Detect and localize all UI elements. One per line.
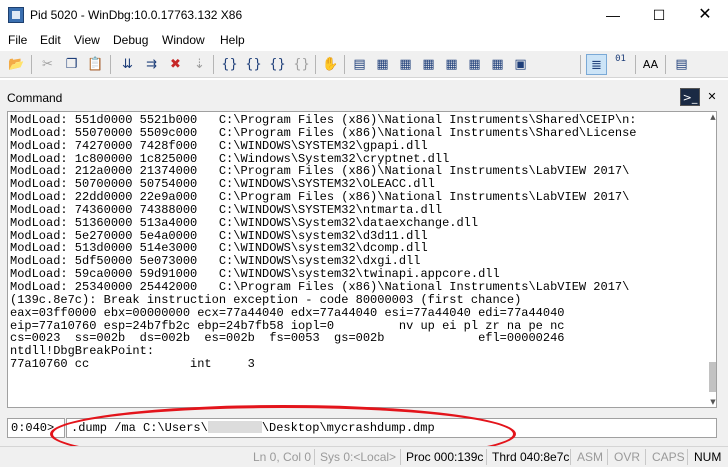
output-line: (139c.8e7c): Break instruction exception… xyxy=(10,292,522,307)
hand-icon[interactable]: ✋ xyxy=(320,54,341,75)
menu-bar: File Edit View Debug Window Help xyxy=(0,30,728,50)
toolbar: 📂 ✂ ❐ 📋 ⇊ ⇉ ✖ ⇣ {} {} {} {} ✋ ▤ ▦ ▦ ▦ ▦ … xyxy=(0,51,728,78)
registers-window-icon[interactable]: ▦ xyxy=(418,54,439,75)
run-to-cursor-icon[interactable]: {} xyxy=(291,54,312,75)
locals-window-icon[interactable]: ▦ xyxy=(395,54,416,75)
output-line: ModLoad: 25340000 25442000 C:\Program Fi… xyxy=(10,279,630,294)
menu-debug[interactable]: Debug xyxy=(113,33,148,47)
output-line: ModLoad: 551d0000 5521b000 C:\Program Fi… xyxy=(10,113,637,127)
status-divider xyxy=(570,449,571,465)
status-divider xyxy=(687,449,688,465)
command-window-icon[interactable]: ▤ xyxy=(349,54,370,75)
scroll-down-icon[interactable]: ▼ xyxy=(709,397,716,407)
toolbar-separator xyxy=(213,55,214,74)
cut-icon[interactable]: ✂ xyxy=(37,54,58,75)
output-line: ModLoad: 55070000 5509c000 C:\Program Fi… xyxy=(10,125,637,140)
status-divider xyxy=(314,449,315,465)
console-icon[interactable]: >_ xyxy=(680,88,700,106)
toolbar-separator xyxy=(315,55,316,74)
options-icon[interactable]: ▤ xyxy=(671,54,692,75)
status-bar: Ln 0, Col 0 Sys 0:<Local> Proc 000:139c … xyxy=(0,446,728,467)
output-text: ModLoad: 551d0000 5521b000 C:\Program Fi… xyxy=(10,114,637,371)
status-asm: ASM xyxy=(577,450,604,464)
pane-close-button[interactable]: ✕ xyxy=(702,88,722,106)
source-mode-icon[interactable]: ≣ xyxy=(586,54,607,75)
minimize-button[interactable]: — xyxy=(590,0,636,30)
status-divider xyxy=(645,449,646,465)
output-line: eax=03ff0000 ebx=00000000 ecx=77a44040 e… xyxy=(10,305,565,320)
output-line: ModLoad: 74360000 74388000 C:\WINDOWS\SY… xyxy=(10,202,443,217)
go-icon[interactable]: ⇊ xyxy=(117,54,138,75)
menu-view[interactable]: View xyxy=(74,33,100,47)
restart-icon[interactable]: ⇉ xyxy=(141,54,162,75)
output-line: ModLoad: 74270000 7428f000 C:\WINDOWS\SY… xyxy=(10,138,428,153)
pane-title: Command xyxy=(7,91,63,105)
status-thrd: Thrd 040:8e7c xyxy=(492,450,570,464)
windbg-app-icon xyxy=(8,7,24,23)
command-input-prefix: .dump /ma C:\Users\ xyxy=(71,421,208,435)
menu-window[interactable]: Window xyxy=(162,33,205,47)
vertical-scrollbar[interactable]: ▲ ▼ xyxy=(709,112,716,407)
step-into-icon[interactable]: {} xyxy=(219,54,240,75)
toolbar-separator xyxy=(344,55,345,74)
command-input-suffix: \Desktop\mycrashdump.dmp xyxy=(261,421,435,435)
output-line: ModLoad: 51360000 513a4000 C:\WINDOWS\Sy… xyxy=(10,215,479,230)
watch-window-icon[interactable]: ▦ xyxy=(372,54,393,75)
status-num: NUM xyxy=(694,450,722,464)
call-stack-window-icon[interactable]: ▦ xyxy=(464,54,485,75)
output-line: ModLoad: 22dd0000 22e9a000 C:\Program Fi… xyxy=(10,190,630,205)
break-icon[interactable]: ⇣ xyxy=(189,54,210,75)
status-divider xyxy=(486,449,487,465)
stop-debugging-icon[interactable]: ✖ xyxy=(165,54,186,75)
command-input[interactable]: .dump /ma C:\Users\ \Desktop\mycrashdump.… xyxy=(66,418,717,438)
menu-help[interactable]: Help xyxy=(220,33,245,47)
status-proc: Proc 000:139c xyxy=(406,450,484,464)
command-prompt: 0:040> xyxy=(7,418,65,438)
close-button[interactable]: ✕ xyxy=(682,0,728,30)
scratch-pad-icon[interactable]: ▣ xyxy=(510,54,531,75)
maximize-button[interactable]: ☐ xyxy=(636,0,682,30)
window-title: Pid 5020 - WinDbg:10.0.17763.132 X86 xyxy=(30,8,243,22)
status-ln-col: Ln 0, Col 0 xyxy=(253,450,312,464)
copy-icon[interactable]: ❐ xyxy=(61,54,82,75)
step-over-icon[interactable]: {} xyxy=(243,54,264,75)
command-output[interactable]: ModLoad: 551d0000 5521b000 C:\Program Fi… xyxy=(7,111,717,408)
status-divider xyxy=(607,449,608,465)
status-divider xyxy=(400,449,401,465)
font-icon[interactable]: AA xyxy=(640,54,661,75)
toolbar-separator xyxy=(31,55,32,74)
hex-mode-icon[interactable]: 01 xyxy=(610,54,631,75)
menu-file[interactable]: File xyxy=(8,33,27,47)
paste-icon[interactable]: 📋 xyxy=(85,54,106,75)
toolbar-separator xyxy=(665,55,666,74)
scrollbar-thumb[interactable] xyxy=(709,362,716,392)
memory-window-icon[interactable]: ▦ xyxy=(441,54,462,75)
toolbar-separator xyxy=(635,55,636,74)
scroll-up-icon[interactable]: ▲ xyxy=(709,112,716,122)
toolbar-separator xyxy=(110,55,111,74)
open-folder-icon[interactable]: 📂 xyxy=(6,54,27,75)
menu-edit[interactable]: Edit xyxy=(40,33,61,47)
step-out-icon[interactable]: {} xyxy=(267,54,288,75)
disassembly-window-icon[interactable]: ▦ xyxy=(487,54,508,75)
redacted-username xyxy=(207,421,262,433)
toolbar-separator xyxy=(580,55,581,74)
status-sys: Sys 0:<Local> xyxy=(320,450,397,464)
status-ovr: OVR xyxy=(614,450,641,464)
title-bar: Pid 5020 - WinDbg:10.0.17763.132 X86 — ☐… xyxy=(0,0,728,30)
output-line: 77a10760 cc int 3 xyxy=(10,357,255,372)
status-caps: CAPS xyxy=(652,450,685,464)
